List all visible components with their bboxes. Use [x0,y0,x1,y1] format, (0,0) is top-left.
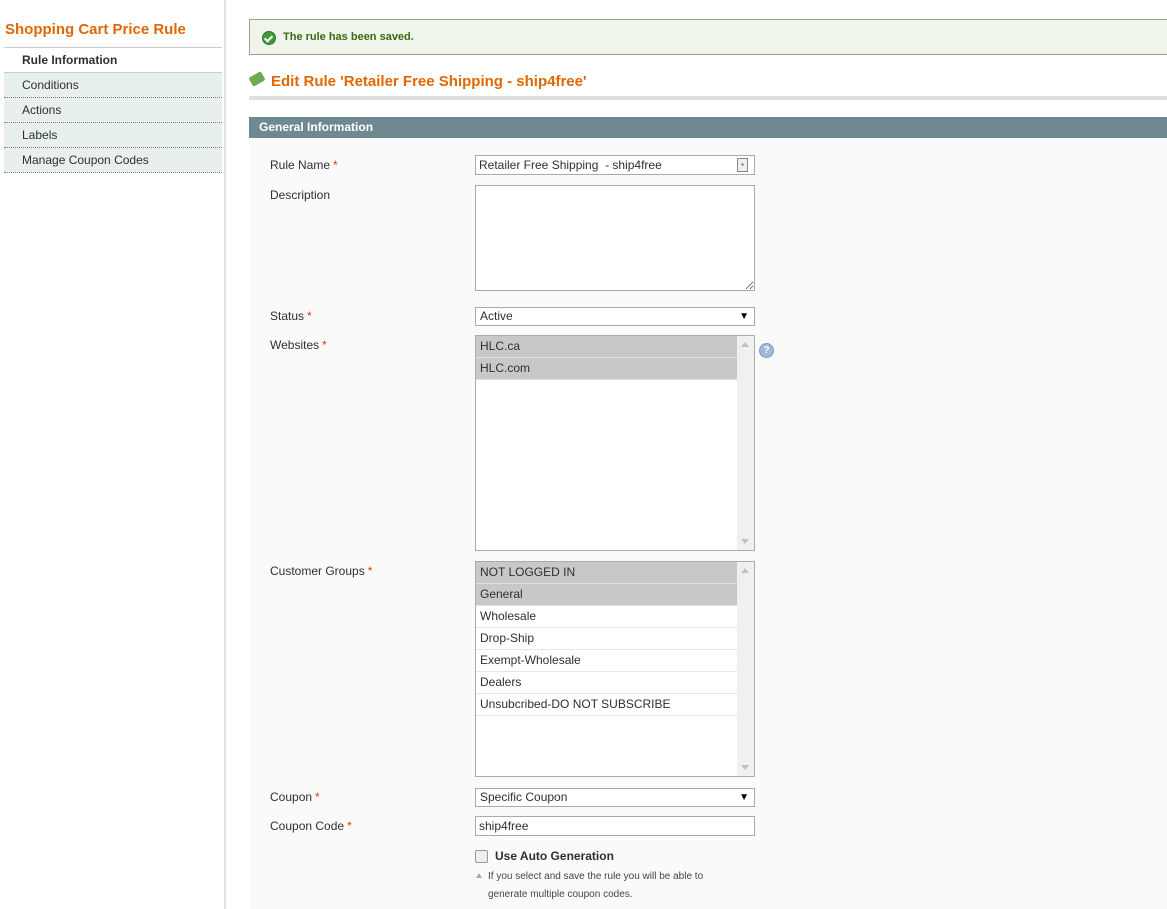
note-line: If you select and save the rule you will… [476,868,703,886]
required-marker: * [367,564,373,578]
required-marker: * [322,338,327,352]
section-title: General Information [249,117,1167,138]
help-icon[interactable]: ? [759,343,774,358]
note-line: generate multiple coupon codes. [488,889,633,900]
label-text: Coupon [270,790,313,804]
scrollbar[interactable] [737,336,754,550]
note-text: If you select and save the rule you will… [488,871,704,882]
use-auto-generation-label[interactable]: Use Auto Generation [495,849,614,863]
websites-label: Websites * [270,338,327,352]
label-text: Status [270,309,305,323]
description-textarea[interactable] [475,185,755,291]
customer-groups-multiselect[interactable]: NOT LOGGED IN General Wholesale Drop-Shi… [475,561,755,777]
customer-group-option[interactable]: Exempt-Wholesale [476,650,737,672]
website-option[interactable]: HLC.com [476,358,737,380]
coupon-value: Specific Coupon [480,790,568,804]
tab-labels[interactable]: Labels [4,123,222,148]
rule-name-input[interactable] [475,155,755,175]
rule-name-label: Rule Name * [270,158,338,172]
tab-conditions[interactable]: Conditions [4,73,222,98]
required-marker: * [307,309,312,323]
note-arrow-icon [476,873,482,878]
label-text: Customer Groups [270,564,365,578]
page-header: Edit Rule 'Retailer Free Shipping - ship… [248,71,1167,100]
success-message-text: The rule has been saved. [283,31,414,43]
use-auto-generation-checkbox[interactable] [475,850,488,863]
websites-multiselect[interactable]: HLC.ca HLC.com [475,335,755,551]
required-marker: * [333,158,338,172]
scroll-up-icon[interactable] [741,568,749,573]
customer-group-option[interactable]: General [476,584,737,606]
website-option[interactable]: HLC.ca [476,336,737,358]
scrollbar[interactable] [737,562,754,776]
page-title: Edit Rule 'Retailer Free Shipping - ship… [271,73,587,90]
customer-groups-label: Customer Groups * [270,564,372,578]
status-value: Active [480,309,513,323]
customer-group-option[interactable]: Wholesale [476,606,737,628]
sidebar: Shopping Cart Price Rule Rule Informatio… [0,0,226,909]
label-text: Websites [270,338,320,352]
success-check-icon [262,31,276,45]
scroll-down-icon[interactable] [741,539,749,544]
coupon-code-input[interactable] [475,816,755,836]
tab-actions[interactable]: Actions [4,98,222,123]
success-message: The rule has been saved. [249,19,1167,55]
description-label: Description [270,188,331,202]
coupon-select[interactable]: Specific Coupon ▼ [475,788,755,807]
tab-rule-information[interactable]: Rule Information [4,48,222,73]
general-information-fieldset: General Information Rule Name* ▪ Descrip… [249,117,1167,909]
sidebar-tabs: Rule Information Conditions Actions Labe… [4,48,222,173]
required-marker: * [347,819,352,833]
scroll-up-icon[interactable] [741,342,749,347]
customer-group-option[interactable]: Unsubcribed-DO NOT SUBSCRIBE [476,694,737,716]
coupon-code-label: Coupon Code * [270,819,352,833]
autofill-icon[interactable]: ▪ [737,158,748,172]
sidebar-title: Shopping Cart Price Rule [5,21,186,38]
required-marker: * [315,790,320,804]
tab-manage-coupon-codes[interactable]: Manage Coupon Codes [4,148,222,173]
customer-group-option[interactable]: Drop-Ship [476,628,737,650]
main-content: The rule has been saved. Edit Rule 'Reta… [248,0,1167,909]
chevron-down-icon: ▼ [739,311,749,322]
rule-tag-icon [248,71,266,87]
label-text: Rule Name [270,158,331,172]
coupon-label: Coupon * [270,790,320,804]
customer-group-option[interactable]: Dealers [476,672,737,694]
auto-generation-note: If you select and save the rule you will… [476,868,703,904]
status-label: Status * [270,309,312,323]
status-select[interactable]: Active ▼ [475,307,755,326]
customer-group-option[interactable]: NOT LOGGED IN [476,562,737,584]
chevron-down-icon: ▼ [739,792,749,803]
label-text: Coupon Code [270,819,345,833]
scroll-down-icon[interactable] [741,765,749,770]
